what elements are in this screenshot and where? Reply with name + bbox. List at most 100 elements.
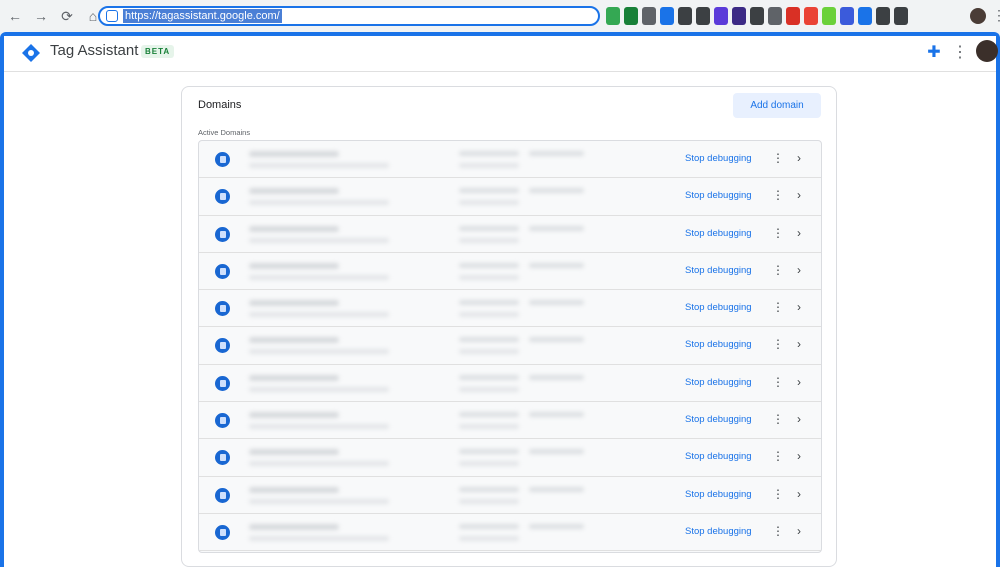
address-bar[interactable]: https://tagassistant.google.com/ <box>98 6 600 26</box>
domain-row[interactable]: Stop debugging ⋮ › <box>199 216 821 253</box>
stop-debugging-button[interactable]: Stop debugging <box>685 377 752 388</box>
chevron-right-icon[interactable]: › <box>797 375 801 389</box>
more-options-icon[interactable]: ⋮ <box>772 337 784 351</box>
redacted-tag-info <box>459 300 519 306</box>
browser-extension-icon[interactable] <box>858 7 872 25</box>
browser-extension-icon[interactable] <box>606 7 620 25</box>
chevron-right-icon[interactable]: › <box>797 524 801 538</box>
site-info-icon[interactable] <box>106 10 118 22</box>
redacted-tag-info <box>459 461 519 467</box>
domain-icon <box>215 524 230 540</box>
stop-debugging-button[interactable]: Stop debugging <box>685 190 752 201</box>
chevron-right-icon[interactable]: › <box>797 412 801 426</box>
chevron-right-icon[interactable]: › <box>797 226 801 240</box>
domain-icon <box>215 375 230 391</box>
puzzle-icon[interactable]: ✚ <box>924 42 944 62</box>
redacted-domain-detail <box>249 163 389 168</box>
domain-row[interactable]: Stop debugging ⋮ › <box>199 253 821 291</box>
browser-profile-avatar[interactable] <box>970 8 986 24</box>
redacted-domain-name <box>249 337 339 344</box>
domain-row[interactable]: Stop debugging ⋮ › <box>199 514 821 552</box>
stop-debugging-button[interactable]: Stop debugging <box>685 526 752 537</box>
redacted-tag-info <box>529 374 584 380</box>
browser-extension-icon[interactable] <box>840 7 854 25</box>
browser-extension-icon[interactable] <box>660 7 674 25</box>
chevron-right-icon[interactable]: › <box>797 300 801 314</box>
domain-row[interactable]: Stop debugging ⋮ › <box>199 365 821 403</box>
chevron-right-icon[interactable]: › <box>797 337 801 351</box>
chevron-right-icon[interactable]: › <box>797 263 801 277</box>
more-options-icon[interactable]: ⋮ <box>772 449 784 463</box>
more-options-icon[interactable]: ⋮ <box>772 300 784 314</box>
browser-extension-icon[interactable] <box>696 7 710 25</box>
redacted-tag-info <box>459 535 519 541</box>
domain-row[interactable]: Stop debugging ⋮ › <box>199 141 821 179</box>
redacted-domain-detail <box>249 274 389 280</box>
domain-row[interactable]: Stop debugging ⋮ › <box>199 477 821 514</box>
browser-extension-icon[interactable] <box>750 7 764 25</box>
redacted-tag-info <box>529 151 584 156</box>
stop-debugging-button[interactable]: Stop debugging <box>685 339 752 350</box>
address-url[interactable]: https://tagassistant.google.com/ <box>123 9 282 23</box>
stop-debugging-button[interactable]: Stop debugging <box>685 489 752 500</box>
more-options-icon[interactable]: ⋮ <box>772 487 784 501</box>
domain-row[interactable]: Stop debugging ⋮ › <box>199 290 821 328</box>
domain-row[interactable]: Stop debugging ⋮ › <box>199 402 821 440</box>
browser-extension-icon[interactable] <box>768 7 782 25</box>
redacted-tag-info <box>459 449 519 455</box>
redacted-tag-info <box>459 424 519 430</box>
domain-row[interactable]: Stop debugging ⋮ › <box>199 327 821 365</box>
chevron-right-icon[interactable]: › <box>797 449 801 463</box>
redacted-domain-detail <box>249 424 389 430</box>
browser-menu-icon[interactable]: ⋮ <box>992 7 1000 24</box>
domain-icon <box>215 338 230 354</box>
browser-extension-icon[interactable] <box>714 7 728 25</box>
more-options-icon[interactable]: ⋮ <box>772 188 784 202</box>
browser-extension-icon[interactable] <box>876 7 890 25</box>
redacted-tag-info <box>459 151 519 156</box>
domain-icon <box>215 450 230 466</box>
stop-debugging-button[interactable]: Stop debugging <box>685 153 752 164</box>
more-options-icon[interactable]: ⋮ <box>772 412 784 426</box>
more-options-icon[interactable]: ⋮ <box>772 524 784 538</box>
domains-card: Domains Add domain Active Domains Stop d… <box>181 86 837 567</box>
add-domain-button[interactable]: Add domain <box>733 93 821 118</box>
browser-extension-icon[interactable] <box>624 7 638 25</box>
redacted-tag-info <box>529 225 584 231</box>
browser-extension-icon[interactable] <box>822 7 836 25</box>
domains-title: Domains <box>198 99 242 111</box>
more-options-icon[interactable]: ⋮ <box>772 375 784 389</box>
redacted-domain-name <box>249 523 339 530</box>
browser-extension-icon[interactable] <box>894 7 908 25</box>
more-options-icon[interactable]: ⋮ <box>772 263 784 277</box>
reload-button[interactable]: ⟳ <box>56 5 78 27</box>
domain-icon <box>215 301 230 317</box>
redacted-domain-detail <box>249 386 389 392</box>
browser-extension-icon[interactable] <box>732 7 746 25</box>
domain-row[interactable]: Stop debugging ⋮ › <box>199 439 821 477</box>
stop-debugging-button[interactable]: Stop debugging <box>685 451 752 462</box>
back-button[interactable]: ← <box>4 5 26 27</box>
more-options-icon[interactable]: ⋮ <box>772 226 784 240</box>
stop-debugging-button[interactable]: Stop debugging <box>685 414 752 425</box>
domain-row[interactable]: Stop debugging ⋮ › <box>199 178 821 216</box>
chevron-right-icon[interactable]: › <box>797 151 801 165</box>
browser-extension-icon[interactable] <box>642 7 656 25</box>
stop-debugging-button[interactable]: Stop debugging <box>685 228 752 239</box>
redacted-domain-name <box>249 188 339 195</box>
app-menu-icon[interactable]: ⋮ <box>952 42 968 62</box>
chevron-right-icon[interactable]: › <box>797 188 801 202</box>
chevron-right-icon[interactable]: › <box>797 487 801 501</box>
forward-button[interactable]: → <box>30 5 52 27</box>
user-avatar[interactable] <box>976 40 998 62</box>
stop-debugging-button[interactable]: Stop debugging <box>685 302 752 313</box>
domain-icon <box>215 263 230 279</box>
redacted-tag-info <box>459 349 519 355</box>
browser-extension-icon[interactable] <box>786 7 800 25</box>
domain-icon <box>215 487 230 503</box>
more-options-icon[interactable]: ⋮ <box>772 151 784 165</box>
stop-debugging-button[interactable]: Stop debugging <box>685 265 752 276</box>
redacted-tag-info <box>529 262 584 268</box>
browser-extension-icon[interactable] <box>678 7 692 25</box>
browser-extension-icon[interactable] <box>804 7 818 25</box>
